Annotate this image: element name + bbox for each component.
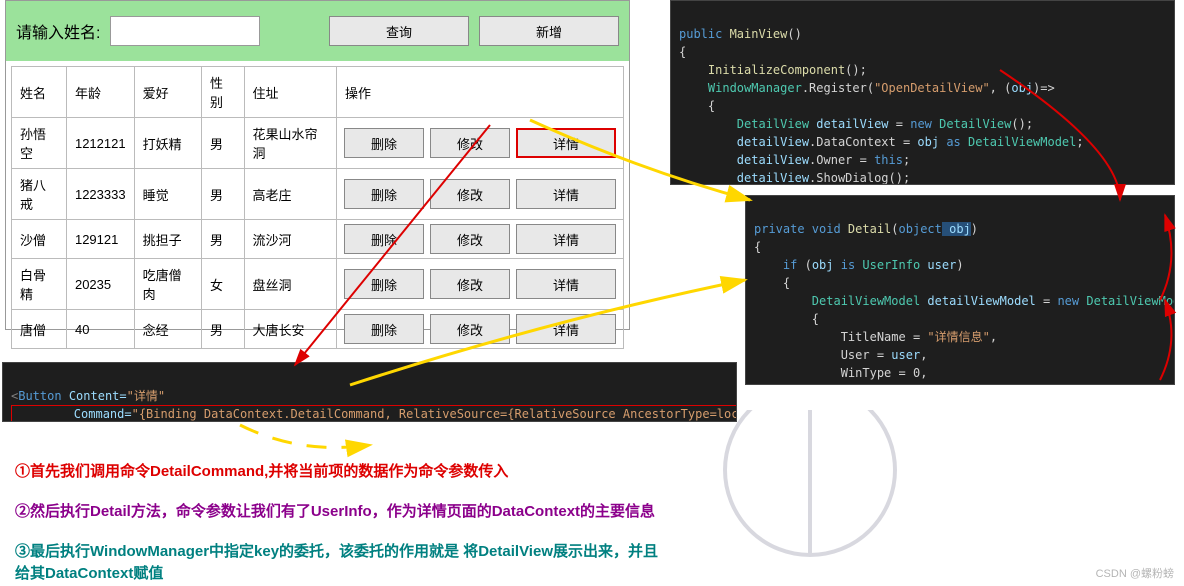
commentary-3a: ③最后执行WindowManager中指定key的委托，该委托的作用就是 将De… (15, 540, 658, 561)
commentary-1: ①首先我们调用命令DetailCommand,并将当前项的数据作为命令参数传入 (15, 460, 508, 481)
watermark-logo (670, 410, 950, 580)
column-header: 住址 (244, 67, 336, 118)
search-label: 请输入姓名: (16, 19, 100, 43)
delete-button[interactable]: 删除 (344, 314, 424, 344)
cell-addr: 大唐长安 (244, 310, 336, 349)
cell-name: 白骨精 (12, 259, 67, 310)
cell-actions: 删除修改详情 (336, 259, 623, 310)
cell-hobby: 打妖精 (134, 118, 201, 169)
cell-age: 20235 (66, 259, 134, 310)
detail-button[interactable]: 详情 (516, 179, 616, 209)
cell-actions: 删除修改详情 (336, 169, 623, 220)
commentary-2: ②然后执行Detail方法，命令参数让我们有了UserInfo，作为详情页面的D… (15, 500, 655, 521)
cell-actions: 删除修改详情 (336, 220, 623, 259)
cell-age: 40 (66, 310, 134, 349)
delete-button[interactable]: 删除 (344, 269, 424, 299)
cell-gender: 女 (202, 259, 244, 310)
cell-actions: 删除修改详情 (336, 310, 623, 349)
cell-actions: 删除修改详情 (336, 118, 623, 169)
edit-button[interactable]: 修改 (430, 269, 510, 299)
delete-button[interactable]: 删除 (344, 224, 424, 254)
code-xaml-button: <Button Content="详情" Command="{Binding D… (2, 362, 737, 422)
cell-age: 1223333 (66, 169, 134, 220)
cell-hobby: 念经 (134, 310, 201, 349)
edit-button[interactable]: 修改 (430, 179, 510, 209)
table-row: 白骨精20235吃唐僧肉女盘丝洞删除修改详情 (12, 259, 624, 310)
edit-button[interactable]: 修改 (430, 314, 510, 344)
name-input[interactable] (110, 16, 260, 46)
table-row: 沙僧129121挑担子男流沙河删除修改详情 (12, 220, 624, 259)
detail-button[interactable]: 详情 (516, 269, 616, 299)
edit-button[interactable]: 修改 (430, 224, 510, 254)
code-mainview: public MainView() { InitializeComponent(… (670, 0, 1175, 185)
table-row: 唐僧40念经男大唐长安删除修改详情 (12, 310, 624, 349)
cell-gender: 男 (202, 169, 244, 220)
cell-name: 沙僧 (12, 220, 67, 259)
cell-addr: 高老庄 (244, 169, 336, 220)
cell-name: 孙悟空 (12, 118, 67, 169)
detail-button[interactable]: 详情 (516, 128, 616, 158)
cell-name: 猪八戒 (12, 169, 67, 220)
column-header: 操作 (336, 67, 623, 118)
cell-gender: 男 (202, 220, 244, 259)
cell-age: 129121 (66, 220, 134, 259)
cell-addr: 流沙河 (244, 220, 336, 259)
cell-gender: 男 (202, 118, 244, 169)
code-detail-method: private void Detail(object obj) { if (ob… (745, 195, 1175, 385)
cell-addr: 盘丝洞 (244, 259, 336, 310)
delete-button[interactable]: 删除 (344, 179, 424, 209)
cell-hobby: 挑担子 (134, 220, 201, 259)
detail-button[interactable]: 详情 (516, 314, 616, 344)
table-row: 猪八戒1223333睡觉男高老庄删除修改详情 (12, 169, 624, 220)
column-header: 性别 (202, 67, 244, 118)
cell-hobby: 吃唐僧肉 (134, 259, 201, 310)
cell-name: 唐僧 (12, 310, 67, 349)
query-button[interactable]: 查询 (329, 16, 469, 46)
watermark-text: CSDN @螺粉螃 (1096, 565, 1174, 581)
data-table: 姓名年龄爱好性别住址操作 孙悟空1212121打妖精男花果山水帘洞删除修改详情猪… (11, 66, 624, 349)
cell-hobby: 睡觉 (134, 169, 201, 220)
detail-button[interactable]: 详情 (516, 224, 616, 254)
cell-gender: 男 (202, 310, 244, 349)
search-bar: 请输入姓名: 查询 新增 (6, 1, 629, 61)
cell-age: 1212121 (66, 118, 134, 169)
column-header: 姓名 (12, 67, 67, 118)
delete-button[interactable]: 删除 (344, 128, 424, 158)
column-header: 年龄 (66, 67, 134, 118)
add-button[interactable]: 新增 (479, 16, 619, 46)
edit-button[interactable]: 修改 (430, 128, 510, 158)
cell-addr: 花果山水帘洞 (244, 118, 336, 169)
form-panel: 请输入姓名: 查询 新增 姓名年龄爱好性别住址操作 孙悟空1212121打妖精男… (5, 0, 630, 330)
table-row: 孙悟空1212121打妖精男花果山水帘洞删除修改详情 (12, 118, 624, 169)
commentary-3b: 给其DataContext赋值 (15, 562, 163, 583)
column-header: 爱好 (134, 67, 201, 118)
